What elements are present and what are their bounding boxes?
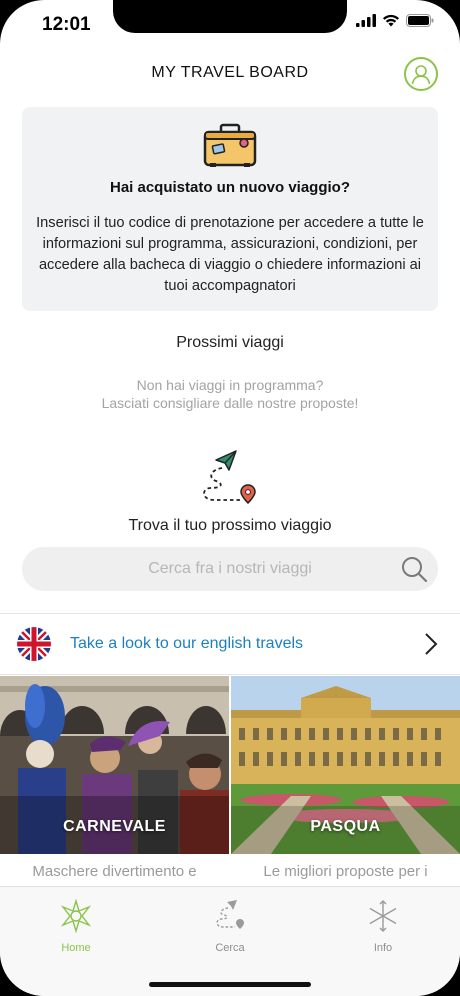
no-trips-line-1: Non hai viaggi in programma? (136, 377, 324, 393)
carnival-tile[interactable]: CARNEVALE (0, 676, 229, 854)
signal-icon (356, 14, 376, 27)
tab-info-label: Info (373, 942, 393, 954)
status-icons (356, 14, 434, 27)
easter-tile-description: Le migliori proposte per i (263, 863, 428, 880)
wifi-icon (383, 14, 399, 27)
find-trip-title: Trova il tuo prossimo viaggio (128, 517, 332, 534)
user-icon (411, 65, 431, 85)
suitcase-icon (203, 123, 257, 167)
tab-home[interactable]: Home (26, 898, 126, 954)
english-travels-label: Take a look to our english travels (70, 635, 304, 652)
tab-search-label: Cerca (215, 942, 245, 954)
uk-flag-icon (17, 627, 51, 661)
easter-tile[interactable]: PASQUA (231, 676, 460, 854)
booking-info-card[interactable]: Hai acquistato un nuovo viaggio? Inseris… (22, 107, 438, 311)
home-indicator (149, 982, 311, 987)
english-travels-link[interactable]: Take a look to our english travels (0, 613, 460, 675)
easter-tile-label: PASQUA (310, 818, 381, 835)
battery-icon (406, 14, 434, 27)
info-card-title: Hai acquistato un nuovo viaggio? (109, 179, 350, 196)
upcoming-trips-title: Prossimi viaggi (176, 334, 284, 351)
search-input[interactable] (22, 547, 392, 591)
route-icon (203, 450, 256, 505)
info-star-icon (369, 900, 397, 932)
no-trips-message: Non hai viaggi in programma? Lasciati co… (0, 376, 460, 412)
tab-info[interactable]: Info (333, 899, 433, 954)
home-star-icon (60, 898, 92, 934)
status-time: 12:01 (42, 14, 91, 35)
search-bar[interactable] (22, 547, 438, 591)
chevron-right-icon (425, 633, 438, 655)
carnival-tile-label: CARNEVALE (63, 818, 166, 835)
search-icon[interactable] (400, 555, 428, 583)
tab-search[interactable]: Cerca (180, 899, 280, 954)
info-card-text: Inserisci il tuo codice di prenotazione … (36, 215, 424, 294)
no-trips-line-2: Lasciati consigliare dalle nostre propos… (101, 395, 359, 411)
page-title: MY TRAVEL BOARD (151, 64, 309, 81)
device-notch (113, 0, 347, 33)
tab-home-label: Home (61, 942, 91, 954)
carnival-tile-description: Maschere divertimento e (32, 863, 197, 880)
tab-bar: Home Cerca Info (0, 886, 460, 996)
profile-button[interactable] (404, 57, 438, 91)
route-icon (216, 900, 244, 929)
app-screen: 12:01 MY TRAVEL BOARD Hai acquistato un … (0, 0, 460, 996)
